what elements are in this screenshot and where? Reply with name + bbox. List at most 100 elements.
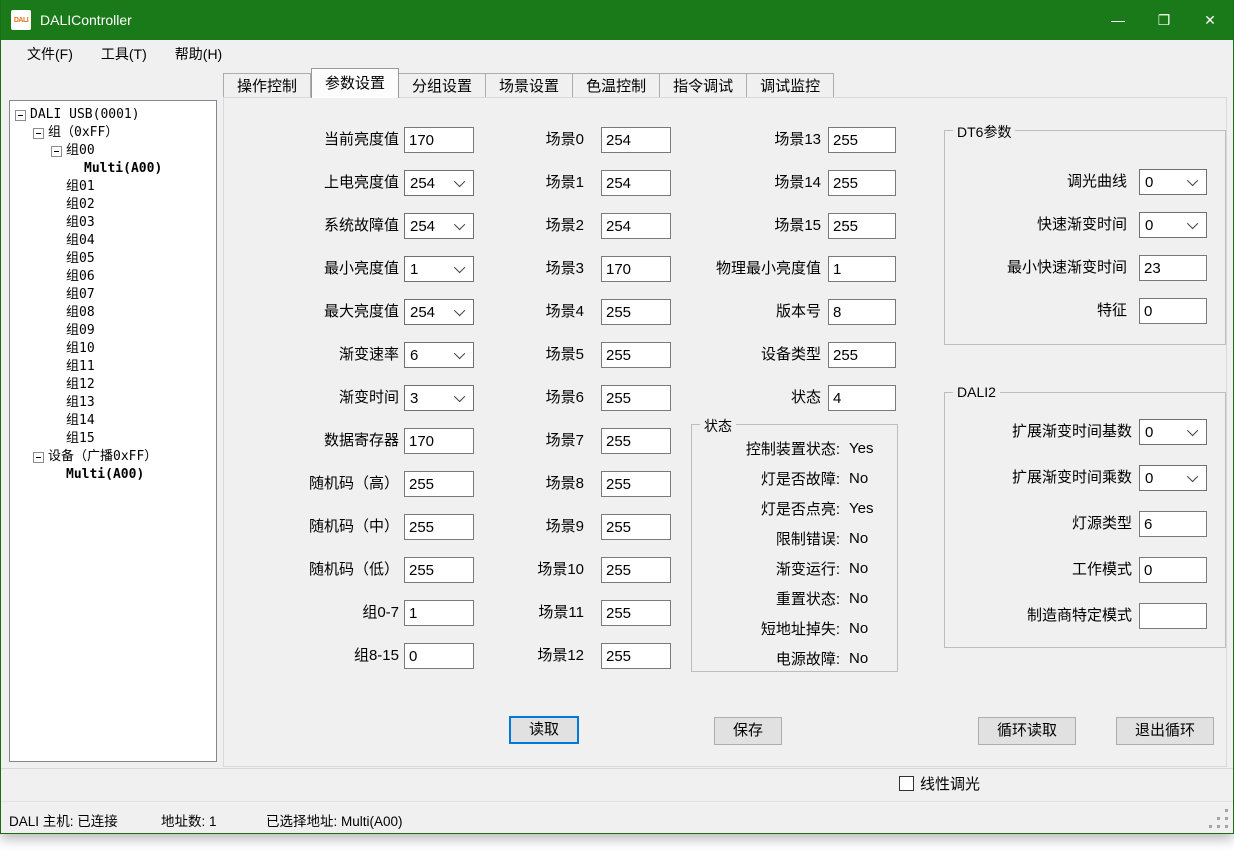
- scene11-input[interactable]: [601, 600, 671, 626]
- tree-node-group00[interactable]: 组00: [10, 142, 216, 160]
- collapse-icon[interactable]: [15, 110, 26, 121]
- scene14-input[interactable]: [828, 170, 896, 196]
- status-label: 重置状态:: [697, 588, 840, 609]
- tree-node-multi-a00-2[interactable]: Multi(A00): [10, 466, 216, 484]
- scene10-input[interactable]: [601, 557, 671, 583]
- field-row-features: 特征: [952, 298, 1225, 324]
- exit-loop-button[interactable]: 退出循环: [1116, 717, 1214, 745]
- tab-debug-monitor[interactable]: 调试监控: [747, 73, 834, 98]
- tree-node-group06[interactable]: 组06: [10, 268, 216, 286]
- tree-node-group12[interactable]: 组12: [10, 376, 216, 394]
- status-value: No: [849, 560, 868, 577]
- tab-scene-settings[interactable]: 场景设置: [486, 73, 573, 98]
- select-value: 254: [405, 218, 435, 235]
- tree-node-group05[interactable]: 组05: [10, 250, 216, 268]
- tree-node-group-ff[interactable]: 组（0xFF）: [10, 124, 216, 142]
- scene12-input[interactable]: [601, 643, 671, 669]
- min-level-select[interactable]: 1: [404, 256, 474, 282]
- field-row-system-failure-level: 系统故障值 254: [249, 213, 474, 239]
- tree-node-group07[interactable]: 组07: [10, 286, 216, 304]
- maximize-button[interactable]: ❐: [1141, 0, 1187, 40]
- group0-7-input[interactable]: [404, 600, 474, 626]
- save-button[interactable]: 保存: [714, 717, 782, 745]
- param-column-2: 场景0 场景1 场景2 场景3 场景4 场景5 场景6 场景7 场景8 场景9 …: [496, 127, 671, 686]
- tree-node-group10[interactable]: 组10: [10, 340, 216, 358]
- select-value: 0: [1140, 174, 1153, 191]
- tree-node-multi-a00[interactable]: Multi(A00): [10, 160, 216, 178]
- physical-min-level-input[interactable]: [828, 256, 896, 282]
- status-input[interactable]: [828, 385, 896, 411]
- tree-node-group13[interactable]: 组13: [10, 394, 216, 412]
- tree-node-group14[interactable]: 组14: [10, 412, 216, 430]
- linear-dimming-checkbox-row[interactable]: 线性调光: [899, 773, 980, 794]
- extended-fade-multiplier-select[interactable]: 0: [1139, 465, 1207, 491]
- minimize-button[interactable]: —: [1095, 0, 1141, 40]
- resize-grip-icon[interactable]: [1225, 825, 1228, 828]
- close-button[interactable]: ✕: [1187, 0, 1233, 40]
- tree-node-group11[interactable]: 组11: [10, 358, 216, 376]
- tab-parameter-settings[interactable]: 参数设置: [311, 68, 399, 98]
- tree-node-group04[interactable]: 组04: [10, 232, 216, 250]
- field-label: 场景9: [496, 514, 584, 540]
- operating-mode-input[interactable]: [1139, 557, 1207, 583]
- power-on-level-select[interactable]: 254: [404, 170, 474, 196]
- collapse-icon[interactable]: [33, 452, 44, 463]
- tree-node-group08[interactable]: 组08: [10, 304, 216, 322]
- tree-node-group02[interactable]: 组02: [10, 196, 216, 214]
- tree-node-device-broadcast[interactable]: 设备（广播0xFF）: [10, 448, 216, 466]
- random-code-low-input[interactable]: [404, 557, 474, 583]
- data-register-input[interactable]: [404, 428, 474, 454]
- tree-node-group15[interactable]: 组15: [10, 430, 216, 448]
- menu-file[interactable]: 文件(F): [13, 40, 87, 68]
- group8-15-input[interactable]: [404, 643, 474, 669]
- status-row-lamp-on: 灯是否点亮:Yes: [697, 497, 897, 519]
- scene7-input[interactable]: [601, 428, 671, 454]
- scene13-input[interactable]: [828, 127, 896, 153]
- scene9-input[interactable]: [601, 514, 671, 540]
- loop-read-button[interactable]: 循环读取: [978, 717, 1076, 745]
- tab-color-temp-control[interactable]: 色温控制: [573, 73, 660, 98]
- max-level-select[interactable]: 254: [404, 299, 474, 325]
- tab-command-debug[interactable]: 指令调试: [660, 73, 747, 98]
- device-type-input[interactable]: [828, 342, 896, 368]
- field-row-scene11: 场景11: [496, 600, 671, 626]
- menu-help[interactable]: 帮助(H): [161, 40, 236, 68]
- light-source-type-input[interactable]: [1139, 511, 1207, 537]
- tab-operation-control[interactable]: 操作控制: [223, 73, 311, 98]
- extended-fade-base-select[interactable]: 0: [1139, 419, 1207, 445]
- field-label: 工作模式: [952, 557, 1132, 583]
- version-input[interactable]: [828, 299, 896, 325]
- current-level-input[interactable]: [404, 127, 474, 153]
- system-failure-level-select[interactable]: 254: [404, 213, 474, 239]
- field-label: 快速渐变时间: [952, 212, 1127, 238]
- read-button[interactable]: 读取: [509, 716, 579, 744]
- checkbox-label: 线性调光: [920, 773, 980, 794]
- random-code-mid-input[interactable]: [404, 514, 474, 540]
- scene15-input[interactable]: [828, 213, 896, 239]
- tab-grouping-settings[interactable]: 分组设置: [399, 73, 486, 98]
- status-label: 短地址掉失:: [697, 618, 840, 639]
- scene8-input[interactable]: [601, 471, 671, 497]
- tree-node-label: 组13: [66, 394, 95, 412]
- window-title: DALIController: [40, 12, 1095, 28]
- tree-node-group01[interactable]: 组01: [10, 178, 216, 196]
- random-code-high-input[interactable]: [404, 471, 474, 497]
- dimming-curve-select[interactable]: 0: [1139, 169, 1207, 195]
- checkbox-icon[interactable]: [899, 776, 914, 791]
- manufacturer-mode-input[interactable]: [1139, 603, 1207, 629]
- fade-rate-select[interactable]: 6: [404, 342, 474, 368]
- tree-node-group09[interactable]: 组09: [10, 322, 216, 340]
- collapse-icon[interactable]: [51, 146, 62, 157]
- collapse-icon[interactable]: [33, 128, 44, 139]
- status-row-short-address-missing: 短地址掉失:No: [697, 617, 897, 639]
- field-row-fade-time: 渐变时间3: [249, 385, 474, 411]
- field-label: 系统故障值: [249, 213, 399, 239]
- tree-node-group03[interactable]: 组03: [10, 214, 216, 232]
- min-fast-fade-time-input[interactable]: [1139, 255, 1207, 281]
- menu-tools[interactable]: 工具(T): [87, 40, 161, 68]
- fast-fade-time-select[interactable]: 0: [1139, 212, 1207, 238]
- fade-time-select[interactable]: 3: [404, 385, 474, 411]
- features-input[interactable]: [1139, 298, 1207, 324]
- field-label: 场景14: [656, 170, 821, 196]
- tree-node-dali-usb[interactable]: DALI USB(0001): [10, 106, 216, 124]
